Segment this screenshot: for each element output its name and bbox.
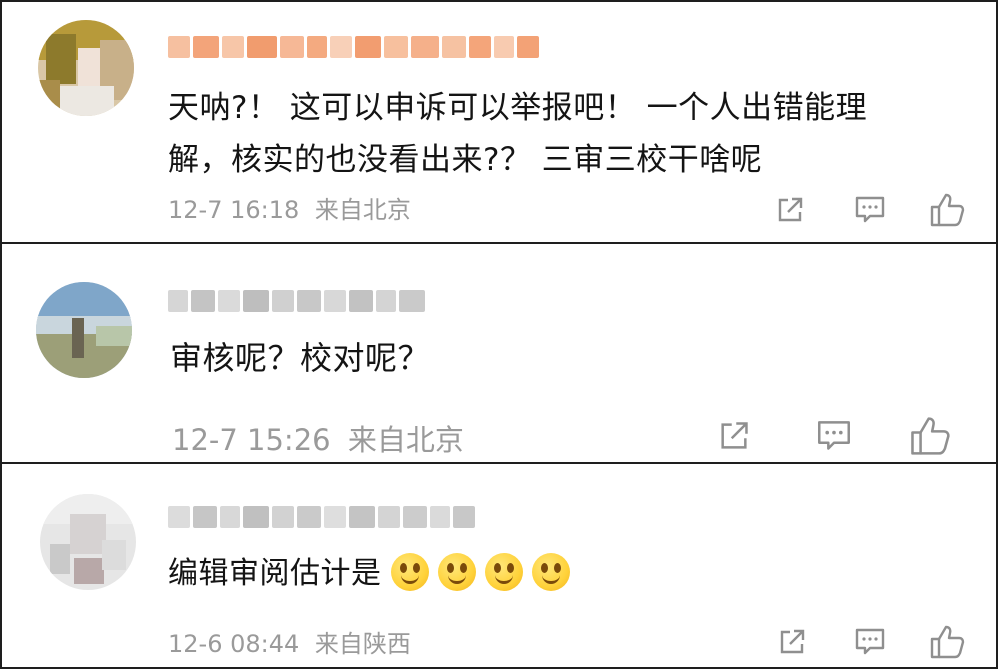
smile-emoji: [437, 552, 476, 591]
comment-text-line-1: 天呐?！ 这可以申诉可以举报吧！ 一个人出错能理: [168, 90, 868, 126]
comment-actions: [772, 620, 970, 664]
comment-text: 天呐?！ 这可以申诉可以举报吧！ 一个人出错能理 解，核实的也没看出来?？ 三审…: [168, 82, 867, 186]
share-icon[interactable]: [770, 190, 810, 230]
comment-text-line-2: 解，核实的也没看出来?？ 三审三校干啥呢: [168, 142, 763, 178]
comment-actions: [712, 412, 956, 460]
avatar[interactable]: [38, 20, 134, 116]
comment-icon[interactable]: [850, 190, 890, 230]
share-icon[interactable]: [772, 622, 812, 662]
thumbs-up-icon[interactable]: [926, 620, 970, 664]
comment-card-1: 天呐?！ 这可以申诉可以举报吧！ 一个人出错能理 解，核实的也没看出来?？ 三审…: [0, 0, 998, 244]
timestamp: 12-7 16:18: [168, 196, 300, 224]
location: 来自陕西: [314, 630, 411, 658]
comment-icon[interactable]: [812, 414, 856, 458]
comment-text: 审核呢？校对呢？: [170, 332, 430, 384]
comment-text-line-1: 编辑审阅估计是: [168, 556, 382, 591]
comment-text: 编辑审阅估计是: [168, 548, 570, 600]
smile-emoji: [484, 552, 523, 591]
comment-meta: 12-7 15:26 来自北京: [172, 417, 464, 459]
thumbs-up-icon[interactable]: [926, 188, 970, 232]
smile-emoji: [531, 552, 570, 591]
location: 来自北京: [347, 423, 464, 457]
comment-card-2: 审核呢？校对呢？ 12-7 15:26 来自北京: [0, 242, 998, 464]
comment-meta: 12-6 08:44 来自陕西: [168, 624, 411, 659]
smile-emoji: [390, 552, 429, 591]
avatar[interactable]: [40, 494, 136, 590]
location: 来自北京: [314, 196, 411, 224]
comment-icon[interactable]: [850, 622, 890, 662]
timestamp: 12-7 15:26: [172, 423, 331, 457]
comment-actions: [770, 188, 970, 232]
username-blurred[interactable]: [168, 504, 475, 530]
comment-card-3: 编辑审阅估计是 12-6 08:44 来自陕西: [0, 462, 998, 669]
comment-meta: 12-7 16:18 来自北京: [168, 190, 411, 225]
username-blurred[interactable]: [168, 34, 539, 60]
avatar[interactable]: [36, 282, 132, 378]
username-blurred[interactable]: [168, 288, 425, 314]
timestamp: 12-6 08:44: [168, 630, 300, 658]
thumbs-up-icon[interactable]: [906, 412, 956, 460]
comment-text-line-1: 审核呢？校对呢？: [170, 339, 431, 377]
share-icon[interactable]: [712, 414, 756, 458]
